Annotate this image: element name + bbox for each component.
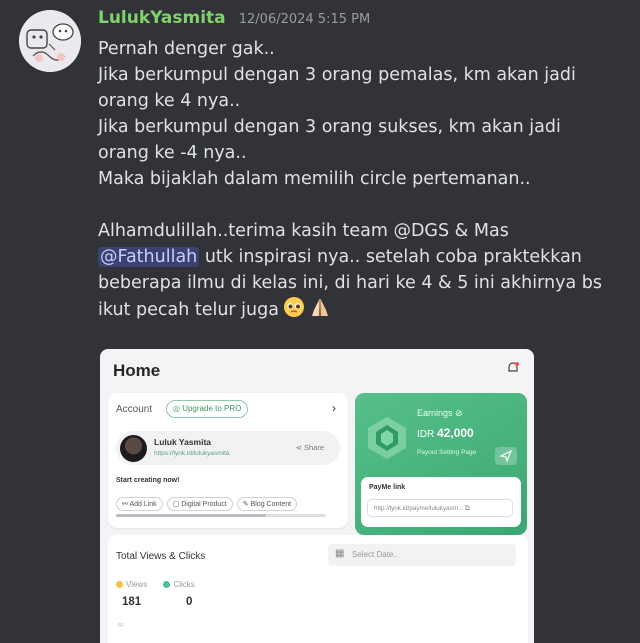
profile-picture bbox=[120, 435, 147, 462]
earnings-card: Earnings ⊘ IDR 42,000 Payout Setting Pag… bbox=[355, 393, 527, 535]
eye-off-icon: ⊘ bbox=[455, 408, 463, 418]
upgrade-label: Upgrade to PRO bbox=[182, 404, 242, 413]
message-line: orang ke -4 nya.. bbox=[98, 143, 247, 163]
message-line: Maka bijaklah dalam memilih circle perte… bbox=[98, 169, 531, 189]
message-line: Jika berkumpul dengan 3 orang pemalas, k… bbox=[98, 65, 576, 85]
user-avatar[interactable] bbox=[19, 10, 81, 72]
profile-link: https://lynk.id/lulukyasmita bbox=[154, 450, 230, 457]
clicks-count: 0 bbox=[186, 596, 193, 608]
share-button: ⋖ Share bbox=[296, 443, 324, 452]
profile-name: Luluk Yasmita bbox=[154, 437, 212, 447]
upgrade-pro-button: ◎ Upgrade to PRO bbox=[166, 400, 249, 418]
calendar-icon: ▦ bbox=[335, 548, 345, 559]
account-label: Account bbox=[116, 404, 153, 415]
views-label: Views bbox=[126, 580, 148, 589]
payme-label: PayMe link bbox=[369, 484, 406, 491]
views-clicks-title: Total Views & Clicks bbox=[116, 551, 206, 562]
axis-tick: 80 bbox=[118, 623, 124, 629]
earnings-label: Earnings ⊘ bbox=[417, 408, 463, 419]
pro-icon: ◎ bbox=[173, 404, 183, 413]
notification-bell-icon bbox=[506, 361, 520, 380]
copy-icon: ⧉ bbox=[465, 505, 470, 512]
message-line: Alhamdulillah..terima kasih team @DGS & … bbox=[98, 221, 509, 241]
payout-setting-link: Payout Setting Page bbox=[417, 449, 477, 456]
message-line: Jika berkumpul dengan 3 orang sukses, km… bbox=[98, 117, 561, 137]
start-creating-label: Start creating now! bbox=[116, 477, 180, 484]
chip-label: Blog Content bbox=[250, 501, 292, 508]
profile-pill: Luluk Yasmita https://lynk.id/lulukyasmi… bbox=[116, 431, 340, 465]
share-label: Share bbox=[303, 443, 324, 452]
chevron-right-icon: › bbox=[332, 401, 336, 415]
views-clicks-card: Total Views & Clicks ▦ Select Date.. Vie… bbox=[108, 535, 528, 643]
chip-label: Add Link bbox=[129, 501, 157, 508]
create-options: ⚯ Add Link ▢ Digital Product ✎ Blog Conten… bbox=[116, 493, 301, 511]
message-line: Pernah denger gak.. bbox=[98, 39, 275, 59]
views-count: 181 bbox=[122, 596, 142, 608]
date-picker: ▦ Select Date.. bbox=[328, 544, 516, 566]
chip-label: Digital Product bbox=[181, 501, 227, 508]
message-line: @Fathullah utk inspirasi nya.. setelah c… bbox=[98, 244, 628, 270]
user-mention[interactable]: @Fathullah bbox=[98, 247, 200, 267]
payme-url: http://lynk.id/payme/lulukyasm... ⧉ bbox=[367, 499, 513, 517]
views-dot bbox=[116, 581, 123, 588]
earnings-amount: IDR 42,000 bbox=[417, 426, 474, 440]
horizontal-scrollbar bbox=[116, 514, 326, 517]
message-line: ikut pecah telur juga bbox=[98, 296, 628, 326]
pen-icon: ✎ bbox=[242, 501, 251, 508]
folded-hands-icon bbox=[309, 296, 331, 326]
message-text: utk inspirasi nya.. setelah coba praktek… bbox=[199, 247, 582, 267]
clicks-label: Clicks bbox=[173, 580, 195, 589]
clicks-dot bbox=[163, 581, 171, 588]
author-name[interactable]: LulukYasmita bbox=[98, 8, 226, 28]
page-title: Home bbox=[113, 361, 161, 380]
add-link-chip: ⚯ Add Link bbox=[116, 497, 163, 511]
message-line: beberapa ilmu di kelas ini, di hari ke 4… bbox=[98, 273, 602, 293]
message-line: orang ke 4 nya.. bbox=[98, 91, 241, 111]
payme-url-text: http://lynk.id/payme/lulukyasm... bbox=[374, 505, 464, 512]
avatar-doodle-icon bbox=[19, 10, 81, 72]
pleading-face-icon bbox=[283, 296, 305, 326]
message-timestamp: 12/06/2024 5:15 PM bbox=[238, 12, 371, 27]
message-content: Pernah denger gak.. Jika berkumpul denga… bbox=[98, 36, 628, 326]
box-icon: ▢ bbox=[172, 501, 182, 508]
message-text: ikut pecah telur juga bbox=[98, 300, 279, 320]
message-header: LulukYasmita 12/06/2024 5:15 PM bbox=[98, 8, 370, 28]
gem-icon bbox=[364, 415, 410, 466]
currency: IDR bbox=[417, 429, 435, 440]
send-icon bbox=[495, 447, 517, 465]
amount: 42,000 bbox=[437, 426, 474, 440]
blog-content-chip: ✎ Blog Content bbox=[236, 497, 298, 511]
chart-legend: Views Clicks bbox=[116, 580, 195, 589]
earnings-text: Earnings bbox=[417, 408, 453, 418]
scrollbar-thumb bbox=[116, 514, 266, 517]
digital-product-chip: ▢ Digital Product bbox=[166, 497, 233, 511]
date-placeholder: Select Date.. bbox=[352, 550, 398, 559]
account-card: Account ◎ Upgrade to PRO › Luluk Yasmita… bbox=[108, 393, 348, 528]
share-icon: ⋖ bbox=[295, 443, 304, 452]
image-attachment[interactable]: Home Account ◎ Upgrade to PRO › Luluk Ya… bbox=[100, 349, 534, 643]
payme-card: PayMe link http://lynk.id/payme/lulukyas… bbox=[361, 477, 521, 527]
